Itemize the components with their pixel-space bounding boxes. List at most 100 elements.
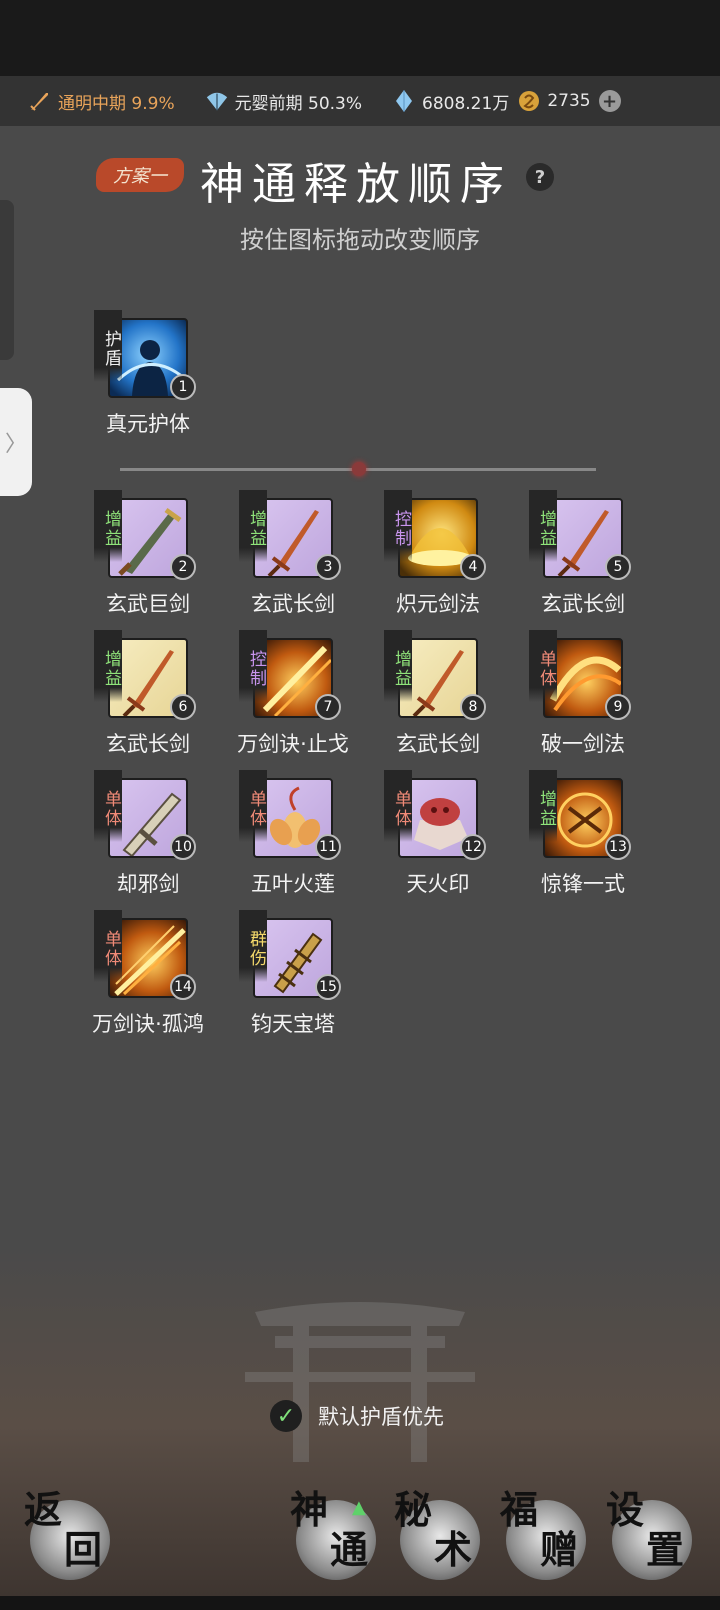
upgrade-arrow-icon: ▲ [352,1497,366,1518]
cultivation-progress-1: 通明中期 9.9% [28,89,175,114]
spirit-stone-text: 6808.21万 [422,93,510,114]
skill-slot[interactable]: 增益 13 惊锋一式 [509,770,649,908]
skill-type-tag: 增益 [529,770,557,842]
order-badge: 4 [460,554,486,580]
skill-type-tag: 护盾 [94,310,122,382]
back-button-char-1: 返 [24,1487,63,1532]
add-currency-button[interactable]: + [598,90,621,112]
back-button[interactable]: 返 回 [24,1490,110,1580]
instruction-text: 按住图标拖动改变顺序 [240,226,480,254]
order-badge: 1 [170,374,196,400]
skill-slot[interactable]: 单体 12 天火印 [364,770,504,908]
skill-name: 钧天宝塔 [251,1012,335,1036]
default-shield-option[interactable]: ✓ 默认护盾优先 [270,1400,444,1432]
fan-icon [205,89,229,113]
skill-slot[interactable]: 单体 9 破一剑法 [509,630,649,768]
order-badge: 14 [170,974,196,1000]
settings-button[interactable]: 设 置 [606,1490,692,1580]
skill-name: 真元护体 [106,412,190,436]
skill-slot[interactable]: 增益 5 玄武长剑 [509,490,649,628]
skill-type-tag: 单体 [239,770,267,842]
skill-type-tag: 控制 [239,630,267,702]
settings-button-char-1: 设 [606,1487,645,1532]
skill-name: 万剑诀·孤鸿 [92,1012,204,1036]
skill-slot[interactable]: 单体 11 五叶火莲 [219,770,359,908]
order-badge: 12 [460,834,486,860]
top-decorative-band [0,0,720,76]
order-badge: 8 [460,694,486,720]
skill-type-tag: 单体 [384,770,412,842]
skill-name: 炽元剑法 [396,592,480,616]
skill-slot-shield[interactable]: 护盾 1 真元护体 [74,310,214,448]
skill-slot[interactable]: 增益 2 玄武巨剑 [74,490,214,628]
order-badge: 11 [315,834,341,860]
skill-type-tag: 增益 [94,490,122,562]
skill-name: 玄武长剑 [251,592,335,616]
skill-type-tag: 群伤 [239,910,267,982]
order-badge: 15 [315,974,341,1000]
skill-type-tag: 单体 [529,630,557,702]
skill-slot[interactable]: 单体 14 万剑诀·孤鸿 [74,910,214,1048]
skill-name: 玄武长剑 [396,732,480,756]
skill-type-tag: 增益 [94,630,122,702]
skill-slot[interactable]: 控制 4 炽元剑法 [364,490,504,628]
shentong-button-char-1: 神 [290,1487,329,1532]
skill-type-tag: 单体 [94,910,122,982]
fuzeng-button[interactable]: 福 赠 [500,1490,586,1580]
skill-type-tag: 增益 [384,630,412,702]
skill-name: 破一剑法 [541,732,625,756]
back-button-char-2: 回 [64,1527,103,1572]
order-badge: 13 [605,834,631,860]
chevron-right-icon: 〉 [4,432,27,457]
order-badge: 5 [605,554,631,580]
checkmark-icon[interactable]: ✓ [270,1400,302,1432]
skill-slot[interactable]: 增益 3 玄武长剑 [219,490,359,628]
skill-type-tag: 增益 [239,490,267,562]
page-title: 神通释放顺序 [200,159,512,210]
skill-slot[interactable]: 单体 10 却邪剑 [74,770,214,908]
mishu-button-char-1: 秘 [394,1487,433,1532]
divider-dot [352,462,366,476]
mishu-button-char-2: 术 [434,1527,473,1572]
skill-name: 玄武长剑 [541,592,625,616]
skill-type-tag: 控制 [384,490,412,562]
skill-slot[interactable]: 控制 7 万剑诀·止戈 [219,630,359,768]
skill-name: 五叶火莲 [251,872,335,896]
cultivation-progress-2: 元婴前期 50.3% [205,89,362,114]
skill-type-tag: 增益 [529,490,557,562]
order-badge: 3 [315,554,341,580]
coin-text: 2735 [547,91,591,111]
skill-type-tag: 单体 [94,770,122,842]
crystal-icon [392,89,416,113]
plan-badge[interactable]: 方案一 [96,158,184,192]
bottom-band [0,1596,720,1610]
skill-name: 却邪剑 [116,872,180,896]
coin-count: 2735 [517,89,591,113]
skill-slot[interactable]: 增益 6 玄武长剑 [74,630,214,768]
sword-icon [28,89,52,113]
shentong-button-char-2: 通 [330,1527,369,1572]
side-expand-handle[interactable]: 〉 [0,388,32,496]
skill-name: 玄武长剑 [106,732,190,756]
cultivation-1-text: 通明中期 9.9% [58,93,175,114]
skill-name: 惊锋一式 [541,872,625,896]
order-badge: 6 [170,694,196,720]
fuzeng-button-char-1: 福 [500,1487,539,1532]
gate-silhouette [245,1302,475,1462]
skill-slot[interactable]: 群伤 15 钧天宝塔 [219,910,359,1048]
coin-icon [517,89,541,113]
mishu-button[interactable]: 秘 术 [394,1490,480,1580]
order-badge: 9 [605,694,631,720]
spirit-stone-count: 6808.21万 [392,89,509,114]
order-badge: 2 [170,554,196,580]
skill-name: 天火印 [406,872,470,896]
fuzeng-button-char-2: 赠 [540,1527,579,1572]
skill-slot[interactable]: 增益 8 玄武长剑 [364,630,504,768]
order-badge: 10 [170,834,196,860]
help-icon[interactable]: ? [526,163,554,191]
skill-name: 玄武巨剑 [106,592,190,616]
order-badge: 7 [315,694,341,720]
skill-name: 万剑诀·止戈 [237,732,349,756]
settings-button-char-2: 置 [646,1527,685,1572]
cultivation-2-text: 元婴前期 50.3% [234,93,363,114]
